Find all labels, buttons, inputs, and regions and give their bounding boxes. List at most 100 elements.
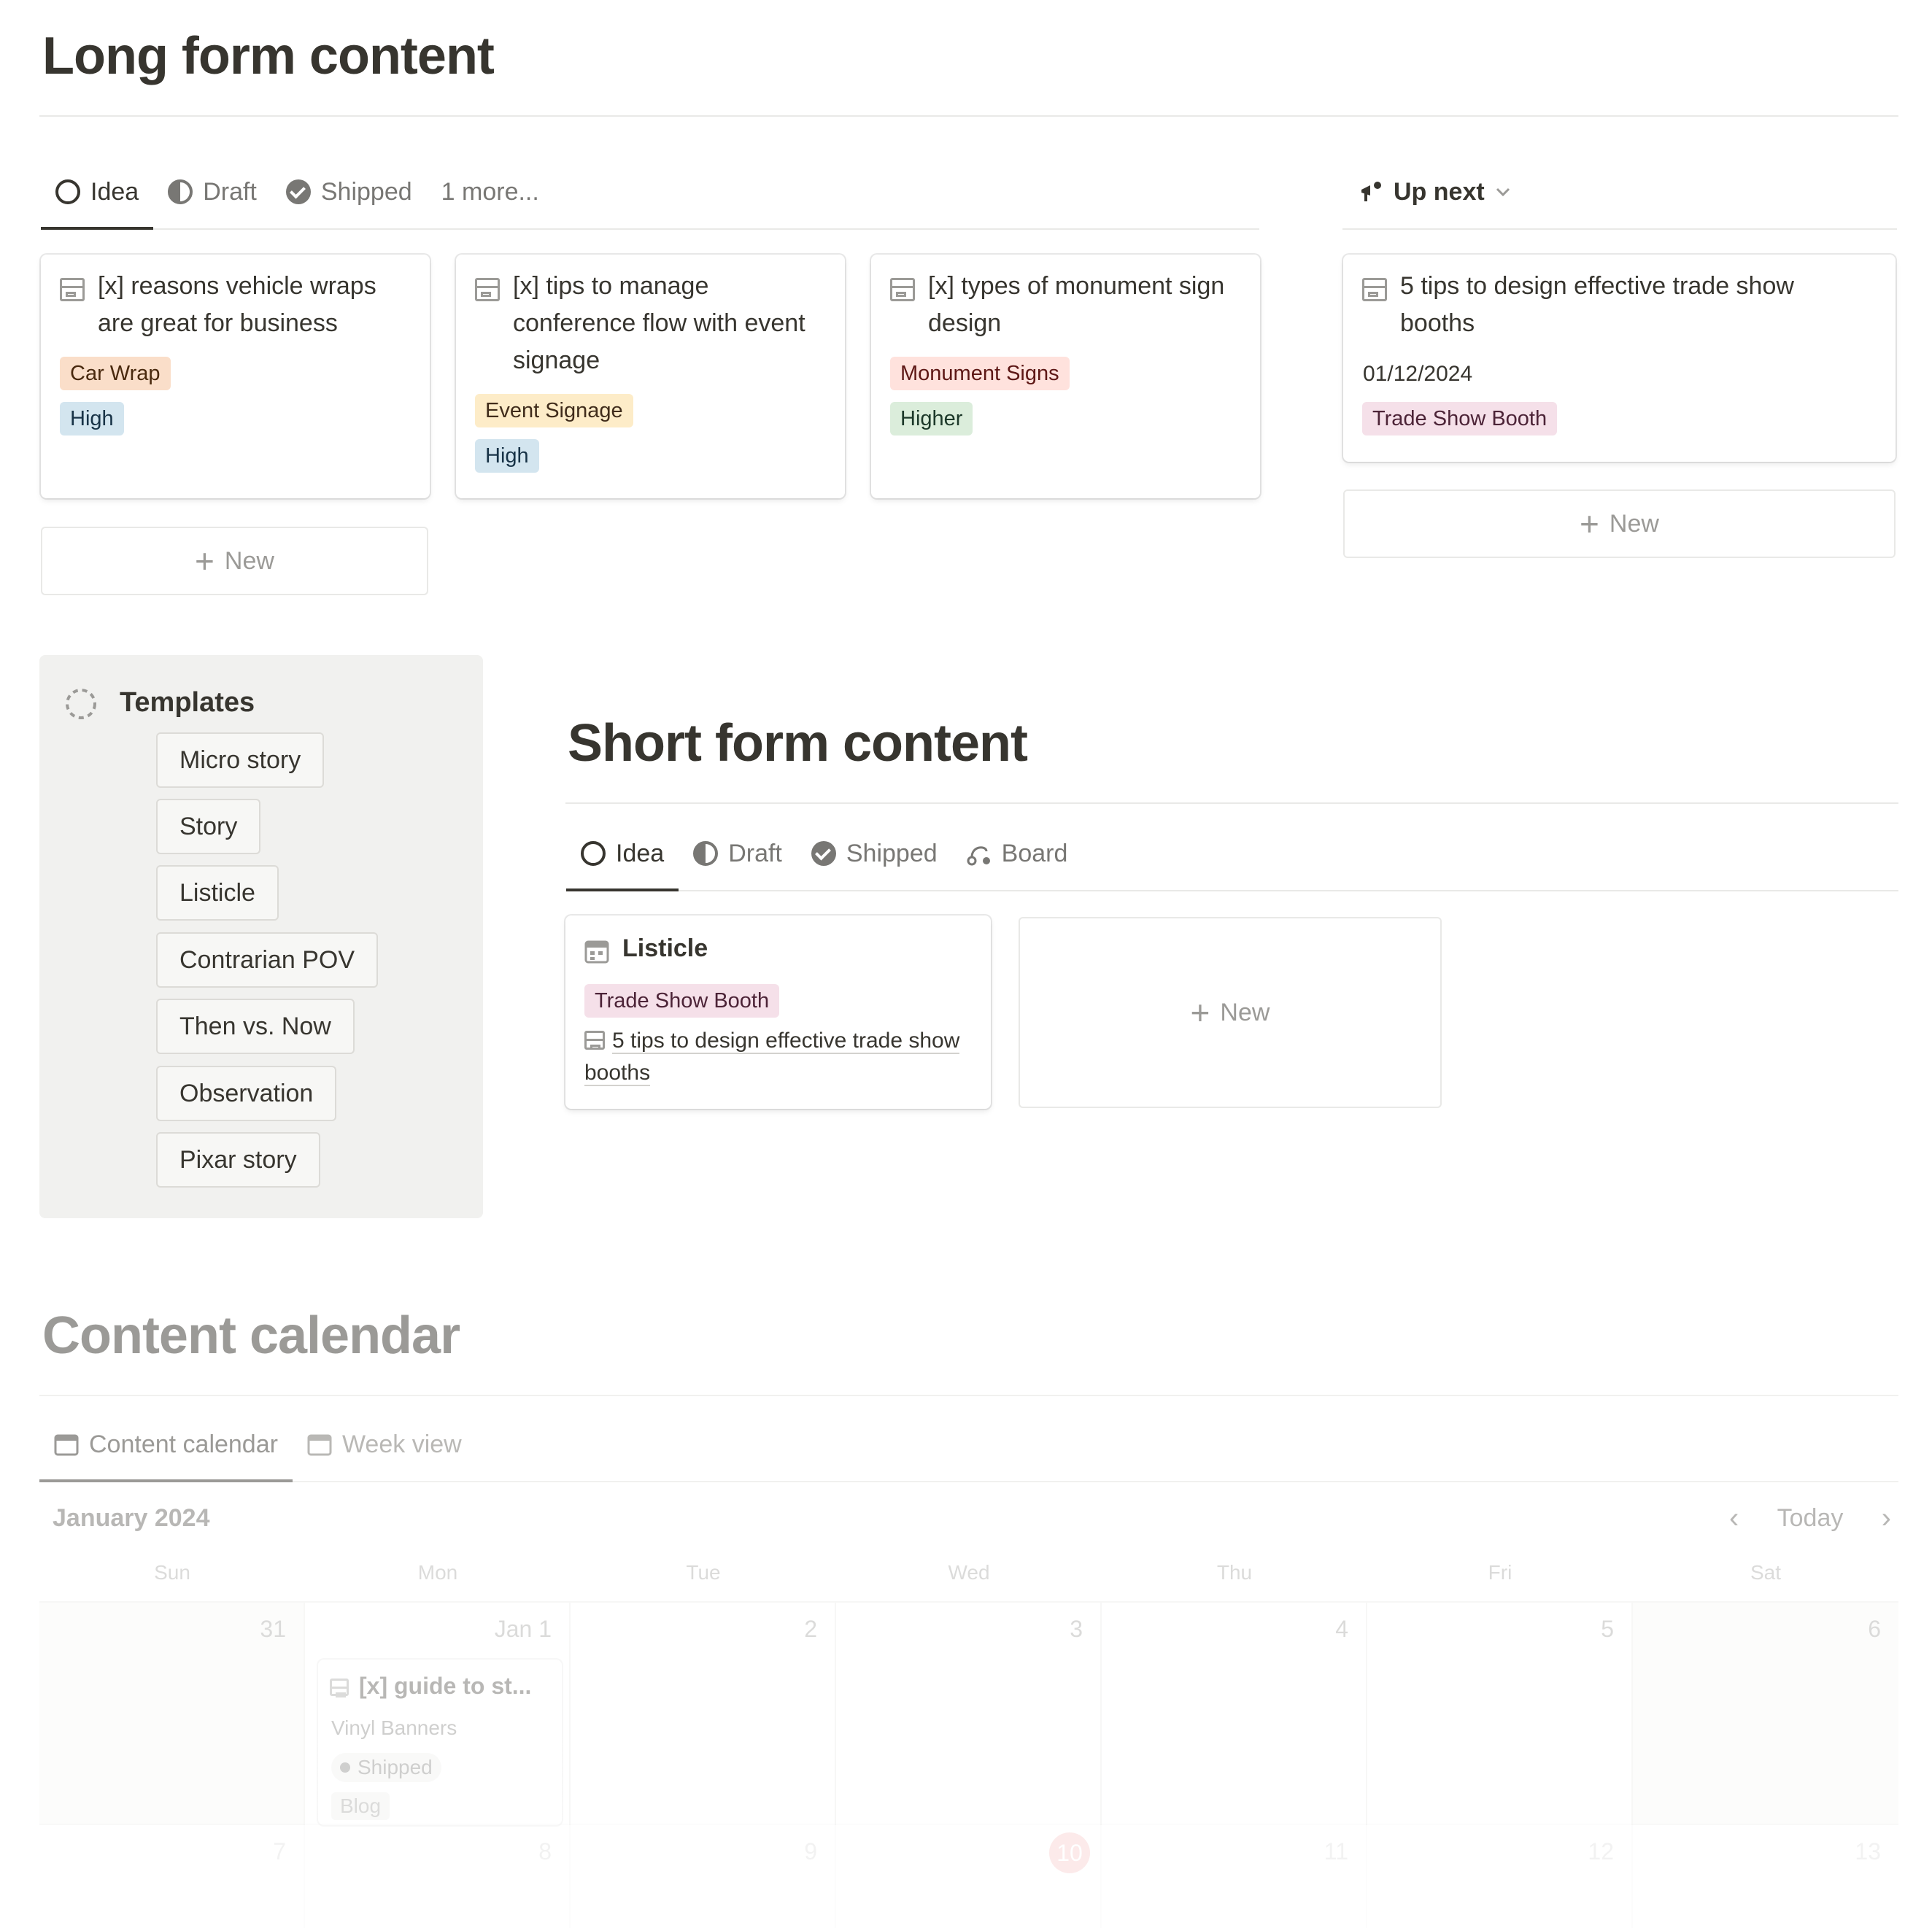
calendar-day[interactable]: 2 <box>571 1603 836 1825</box>
tag-priority: Higher <box>890 402 973 435</box>
calendar-event[interactable]: [x] guide to st... Vinyl Banners Shipped… <box>318 1660 562 1825</box>
tab-more[interactable]: 1 more... <box>427 155 554 228</box>
tab-idea[interactable]: Idea <box>566 817 679 891</box>
relation-link[interactable]: 5 tips to design effective trade show bo… <box>584 1025 971 1089</box>
loading-circle-icon <box>66 689 96 719</box>
template-observation-button[interactable]: Observation <box>156 1066 337 1121</box>
circle-icon <box>55 179 80 204</box>
long-form-divider <box>39 115 1898 117</box>
calendar-divider <box>39 1395 1898 1396</box>
tab-idea[interactable]: Idea <box>41 155 154 230</box>
card-date: 01/12/2024 <box>1363 362 1473 386</box>
tab-board[interactable]: Board <box>952 817 1083 890</box>
short-form-divider <box>565 802 1898 804</box>
weekday-label: Tue <box>686 1561 721 1584</box>
board-card[interactable]: [x] tips to manage conference flow with … <box>456 255 845 498</box>
calendar-week-row: 7 8 9 10 11 12 13 <box>39 1824 1898 1928</box>
page-icon <box>60 278 85 301</box>
event-status: Shipped <box>331 1753 441 1782</box>
calendar-icon <box>54 1434 79 1456</box>
event-tag: Blog <box>331 1792 390 1820</box>
page-icon <box>1362 278 1387 301</box>
calendar-icon <box>307 1434 332 1456</box>
long-form-tabs: Idea Draft Shipped 1 more... <box>41 155 1259 230</box>
card-title: [x] tips to manage conference flow with … <box>513 272 805 374</box>
long-form-title: Long form content <box>42 27 495 85</box>
tab-week-view[interactable]: Week view <box>293 1408 476 1481</box>
tag-topic: Trade Show Booth <box>1362 402 1558 435</box>
tab-shipped[interactable]: Shipped <box>797 817 952 890</box>
chevron-down-icon <box>1496 187 1510 197</box>
templates-title: Templates <box>120 687 255 718</box>
calendar-day[interactable]: 4 <box>1102 1603 1367 1825</box>
board-card[interactable]: 5 tips to design effective trade show bo… <box>1343 255 1896 462</box>
calendar-day[interactable]: 5 <box>1367 1603 1633 1825</box>
card-title: Listicle <box>622 934 708 962</box>
new-card-button[interactable]: + New <box>1343 489 1896 558</box>
template-listicle-button[interactable]: Listicle <box>156 865 279 921</box>
calendar-day[interactable]: 11 <box>1102 1825 1367 1928</box>
page-icon <box>330 1679 349 1697</box>
weekday-label: Wed <box>948 1561 990 1584</box>
card-title: [x] reasons vehicle wraps are great for … <box>98 272 376 337</box>
tab-draft[interactable]: Draft <box>153 155 271 228</box>
template-story-button[interactable]: Story <box>156 799 261 854</box>
board-card[interactable]: [x] types of monument sign design Monume… <box>871 255 1260 498</box>
short-form-title: Short form content <box>568 714 1028 773</box>
calendar-day[interactable]: 31 <box>39 1603 305 1825</box>
template-pixar-story-button[interactable]: Pixar story <box>156 1132 320 1188</box>
board-card[interactable]: [x] reasons vehicle wraps are great for … <box>41 255 430 498</box>
new-card-button[interactable]: + New <box>41 527 428 595</box>
template-contrarian-pov-button[interactable]: Contrarian POV <box>156 932 378 988</box>
new-card-button[interactable]: + New <box>1019 917 1442 1108</box>
status-dot-icon <box>340 1762 350 1773</box>
up-next-view-button[interactable]: Up next <box>1342 155 1526 228</box>
tag-topic: Car Wrap <box>60 357 171 390</box>
board-icon <box>967 846 990 866</box>
calendar-day[interactable]: 12 <box>1367 1825 1633 1928</box>
calendar-day[interactable]: 9 <box>571 1825 836 1928</box>
plus-icon: + <box>1580 505 1599 543</box>
chevron-left-icon[interactable]: ‹ <box>1729 1502 1739 1535</box>
tab-draft[interactable]: Draft <box>679 817 797 890</box>
calendar-week-row: 31 Jan 1 2 3 4 5 6 [x] guide to st... Vi… <box>39 1601 1898 1825</box>
tag-priority: High <box>475 439 539 473</box>
short-form-tabs: Idea Draft Shipped Board <box>566 817 1898 891</box>
chevron-right-icon[interactable]: › <box>1882 1502 1891 1535</box>
calendar-title: Content calendar <box>42 1306 460 1365</box>
weekday-label: Sat <box>1750 1561 1782 1584</box>
calendar-day[interactable]: 13 <box>1633 1825 1898 1928</box>
board-card[interactable]: Listicle Trade Show Booth 5 tips to desi… <box>565 915 991 1109</box>
weekday-label: Mon <box>417 1561 458 1584</box>
plus-icon: + <box>195 542 215 580</box>
event-title: [x] guide to st... <box>359 1673 532 1699</box>
calendar-day[interactable]: 7 <box>39 1825 305 1928</box>
calendar-day[interactable]: 6 <box>1633 1603 1898 1825</box>
calendar-day[interactable]: 8 <box>305 1825 571 1928</box>
card-title: 5 tips to design effective trade show bo… <box>1400 272 1794 337</box>
page-icon <box>584 1031 605 1050</box>
check-circle-icon <box>811 841 836 866</box>
page-icon <box>890 278 915 301</box>
tab-shipped[interactable]: Shipped <box>271 155 427 228</box>
circle-icon <box>581 841 606 866</box>
weekday-label: Thu <box>1216 1561 1253 1584</box>
template-micro-story-button[interactable]: Micro story <box>156 732 325 788</box>
calendar-day[interactable]: 10 <box>836 1825 1102 1928</box>
half-circle-icon <box>168 179 193 204</box>
tag-priority: High <box>60 402 124 435</box>
megaphone-icon <box>1361 182 1381 201</box>
calendar-tabs: Content calendar Week view <box>39 1408 1898 1482</box>
templates-panel: Templates Micro story Story Listicle Con… <box>39 655 483 1218</box>
template-then-vs-now-button[interactable]: Then vs. Now <box>156 999 355 1054</box>
calendar-nav: ‹ Today › <box>1729 1500 1891 1536</box>
calendar-page-icon <box>584 940 609 964</box>
today-button[interactable]: Today <box>1777 1504 1844 1533</box>
check-circle-icon <box>285 179 311 204</box>
tag-topic: Monument Signs <box>890 357 1070 390</box>
event-tag: Vinyl Banners <box>331 1716 457 1739</box>
tab-content-calendar[interactable]: Content calendar <box>39 1408 293 1482</box>
up-next-header: Up next <box>1342 155 1897 230</box>
calendar-day[interactable]: 3 <box>836 1603 1102 1825</box>
weekday-header: Sun Mon Tue Wed Thu Fri Sat <box>39 1561 1898 1593</box>
